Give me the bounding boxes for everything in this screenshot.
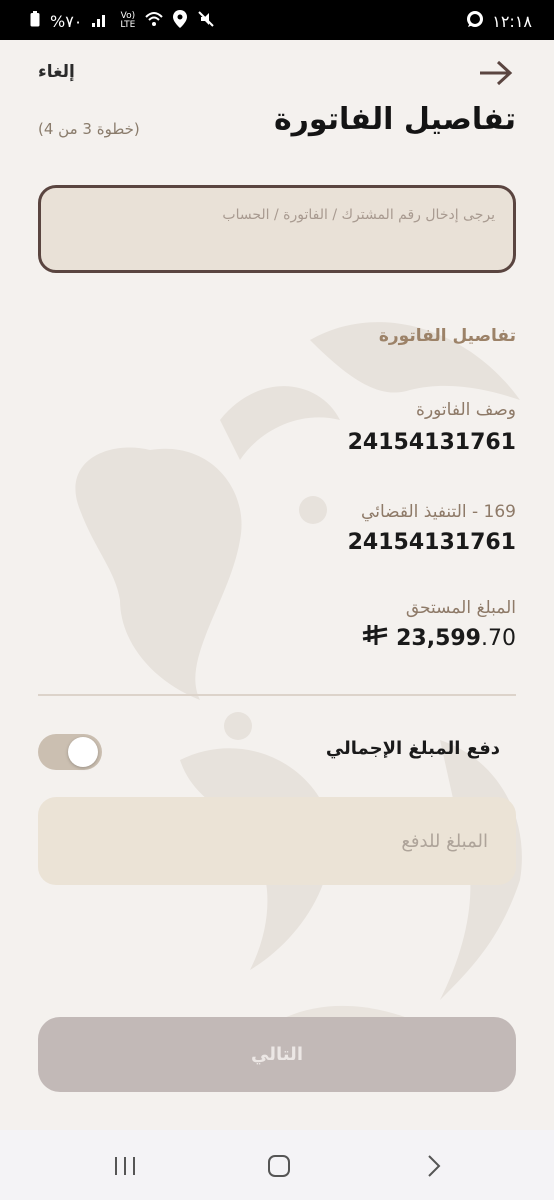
- invoice-description-label: وصف الفاتورة: [416, 400, 516, 420]
- subscriber-search-field[interactable]: [38, 185, 516, 273]
- step-indicator: (خطوة 3 من 4): [38, 120, 140, 138]
- status-left: %٧٠ Vo) LTE: [30, 10, 215, 32]
- lte-text: LTE: [120, 20, 136, 30]
- status-right: ١٢:١٨: [466, 10, 532, 32]
- back-arrow-icon[interactable]: [476, 58, 516, 88]
- service-label: 169 - التنفيذ القضائي: [361, 502, 516, 522]
- cancel-button[interactable]: إلغاء: [38, 62, 75, 82]
- battery-icon: [30, 11, 40, 31]
- wifi-icon: [145, 11, 164, 31]
- payment-amount-field[interactable]: [38, 797, 516, 885]
- status-bar: %٧٠ Vo) LTE ١٢:١٨: [0, 0, 554, 40]
- mute-icon: [197, 10, 215, 32]
- home-icon[interactable]: [261, 1148, 297, 1184]
- divider: [38, 694, 516, 696]
- subscriber-search-input[interactable]: [41, 188, 513, 270]
- amount-due-label: المبلغ المستحق: [405, 598, 516, 618]
- battery-percent: %٧٠: [50, 11, 83, 31]
- service-value: 24154131761: [347, 530, 516, 555]
- amount-integer: 23,599.70: [396, 626, 516, 651]
- whatsapp-icon: [466, 10, 484, 32]
- payment-amount-input[interactable]: [38, 797, 516, 885]
- next-button[interactable]: التالي: [38, 1017, 516, 1092]
- app-screen: إلغاء تفاصيل الفاتورة (خطوة 3 من 4) تفاص…: [0, 40, 554, 1130]
- location-icon: [173, 10, 188, 32]
- section-title: تفاصيل الفاتورة: [378, 326, 516, 346]
- pay-full-amount-label: دفع المبلغ الإجمالي: [325, 738, 500, 759]
- riyal-icon: [362, 624, 388, 652]
- amount-decimal-text: .70: [481, 625, 516, 651]
- signal-icon: [92, 12, 110, 31]
- toggle-knob: [68, 737, 98, 767]
- system-nav-bar: [0, 1130, 554, 1200]
- recent-apps-icon[interactable]: [107, 1148, 143, 1184]
- amount-due-value: 23,599.70: [362, 624, 516, 652]
- amount-int-text: 23,599: [396, 625, 481, 651]
- invoice-description-value: 24154131761: [347, 430, 516, 455]
- clock-time: ١٢:١٨: [492, 11, 532, 31]
- page-title: تفاصيل الفاتورة: [273, 102, 516, 137]
- pay-full-amount-toggle[interactable]: [38, 734, 102, 770]
- back-icon[interactable]: [415, 1148, 451, 1184]
- volte-indicator: Vo) LTE: [120, 12, 135, 30]
